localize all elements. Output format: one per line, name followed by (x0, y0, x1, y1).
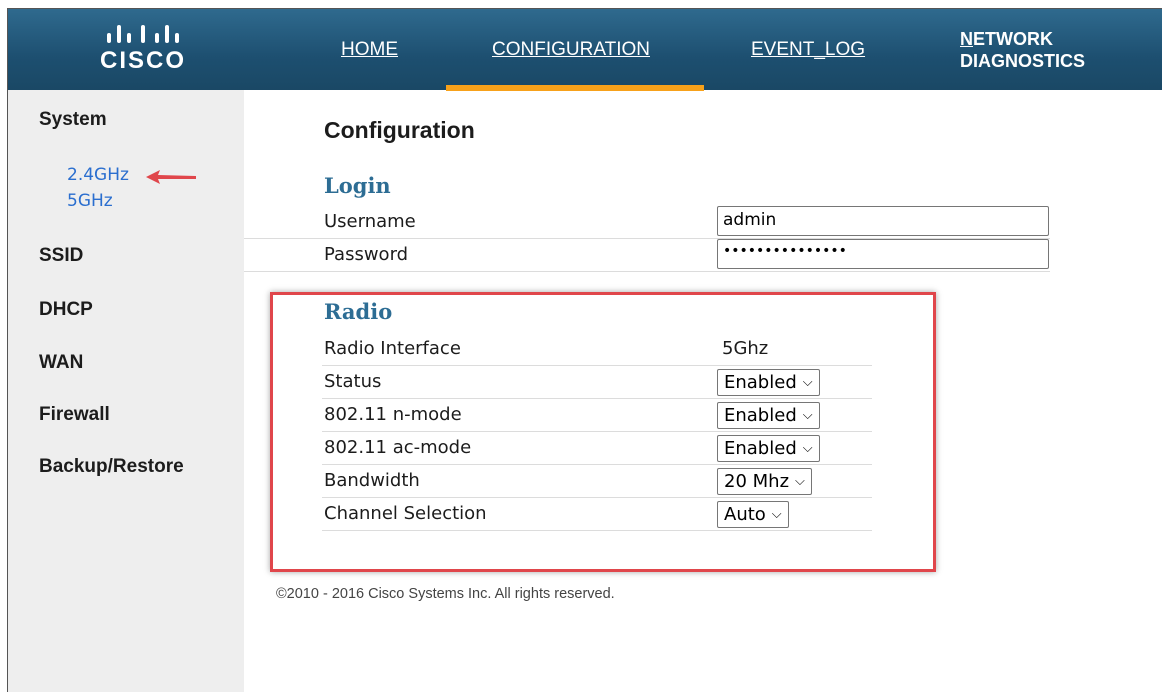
nav-home-label: HOME (341, 38, 398, 60)
app-window: CISCO HOME CONFIGURATION EVENT_LOG NETWO… (7, 8, 1162, 692)
nav-home[interactable]: HOME (341, 9, 398, 90)
nav-network-diagnostics[interactable]: NETWORK DIAGNOSTICS (960, 9, 1085, 90)
sidebar-item-backup-restore[interactable]: Backup/Restore (39, 456, 184, 478)
login-heading: Login (324, 173, 391, 198)
password-label: Password (324, 244, 409, 265)
red-arrow-annotation-icon (146, 170, 196, 184)
nav-configuration[interactable]: CONFIGURATION (492, 9, 650, 90)
top-nav-bar: CISCO HOME CONFIGURATION EVENT_LOG NETWO… (8, 9, 1162, 91)
cisco-bars-icon (107, 25, 179, 43)
page-title: Configuration (324, 117, 475, 143)
nav-configuration-label: CONFIGURATION (492, 38, 650, 60)
nav-network-rest: ETWORK (973, 28, 1053, 49)
username-row: Username admin (244, 206, 1050, 239)
nav-network-first-letter: N (960, 28, 973, 49)
red-highlight-box (270, 292, 936, 572)
sidebar: System 2.4GHz 5GHz SSID DHCP WAN Firewal… (8, 90, 244, 692)
password-row: Password ••••••••••••••• (244, 239, 1050, 272)
sidebar-item-system[interactable]: System (39, 109, 107, 131)
nav-diagnostics-label: DIAGNOSTICS (960, 50, 1086, 71)
footer-copyright: ©2010 - 2016 Cisco Systems Inc. All righ… (276, 586, 615, 602)
active-tab-indicator (446, 85, 704, 91)
sidebar-item-firewall[interactable]: Firewall (39, 404, 110, 426)
sidebar-item-ssid[interactable]: SSID (39, 245, 83, 267)
password-input[interactable]: ••••••••••••••• (717, 239, 1049, 269)
nav-event-log[interactable]: EVENT_LOG (751, 9, 865, 90)
sidebar-link-2-4ghz[interactable]: 2.4GHz (67, 165, 129, 185)
cisco-logo[interactable]: CISCO (88, 17, 198, 83)
sidebar-link-5ghz[interactable]: 5GHz (67, 191, 113, 211)
sidebar-item-wan[interactable]: WAN (39, 352, 83, 374)
username-input[interactable]: admin (717, 206, 1049, 236)
row-divider (244, 271, 1050, 272)
nav-event-log-label: EVENT_LOG (751, 38, 866, 60)
logo-text: CISCO (99, 47, 186, 74)
sidebar-item-dhcp[interactable]: DHCP (39, 299, 93, 321)
username-label: Username (324, 211, 416, 232)
